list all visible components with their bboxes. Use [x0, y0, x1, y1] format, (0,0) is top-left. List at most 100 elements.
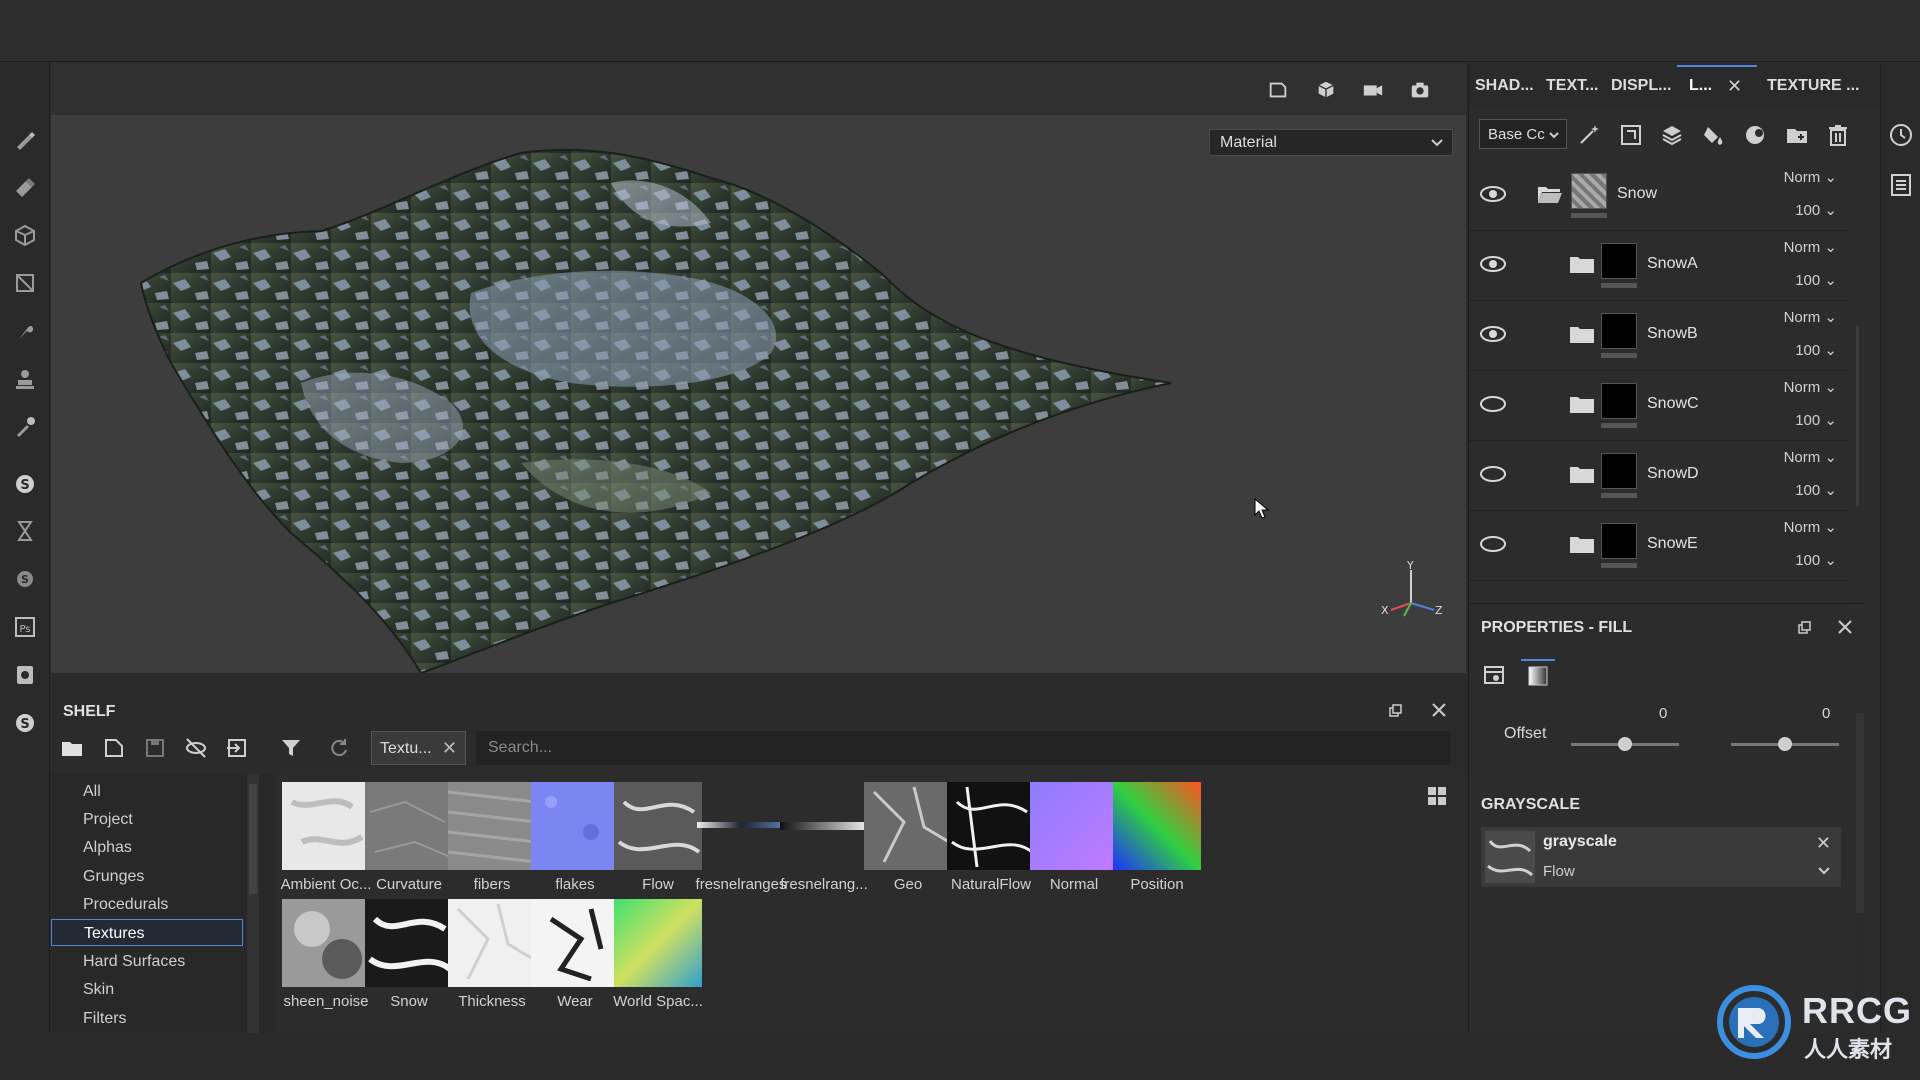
- layer-mask-thumbnail[interactable]: [1601, 313, 1637, 349]
- offset-u-slider[interactable]: [1571, 737, 1679, 751]
- shelf-category-scrollbar[interactable]: [247, 774, 259, 1033]
- shelf-filter-tag[interactable]: Textu... ✕: [371, 731, 466, 765]
- hourglass-icon[interactable]: [9, 515, 41, 547]
- folder-icon[interactable]: [1569, 463, 1595, 485]
- layer-blend-mode[interactable]: Norm ⌄: [1784, 378, 1837, 396]
- add-smart-mask-icon[interactable]: [1615, 119, 1647, 151]
- layer-opacity[interactable]: 100 ⌄: [1795, 481, 1837, 499]
- add-layer-icon[interactable]: [1656, 119, 1688, 151]
- delete-icon[interactable]: [1822, 119, 1854, 151]
- clone-stamp-icon[interactable]: [9, 363, 41, 395]
- log-icon[interactable]: [1887, 171, 1915, 199]
- shelf-category-grunges[interactable]: Grunges: [51, 863, 243, 890]
- layer-opacity[interactable]: 100 ⌄: [1795, 341, 1837, 359]
- eraser-icon[interactable]: [9, 171, 41, 203]
- close-icon[interactable]: [1837, 619, 1853, 635]
- 3d-viewport[interactable]: Material Y X Z: [51, 63, 1466, 673]
- shelf-category-filters[interactable]: Filters: [51, 1005, 243, 1032]
- substance-icon[interactable]: S: [9, 563, 41, 595]
- folder-icon[interactable]: [1569, 253, 1595, 275]
- undock-icon[interactable]: [1797, 621, 1811, 635]
- layer-opacity[interactable]: 100 ⌄: [1795, 551, 1837, 569]
- shelf-item-world-space[interactable]: World Spac...: [612, 899, 704, 1015]
- substance-bake-icon[interactable]: S: [9, 468, 41, 500]
- layer-row[interactable]: SnowE Norm ⌄ 100 ⌄: [1469, 511, 1849, 581]
- color-picker-icon[interactable]: [9, 411, 41, 443]
- layer-blend-mode[interactable]: Norm ⌄: [1784, 308, 1837, 326]
- folder-icon[interactable]: [1569, 323, 1595, 345]
- layer-blend-mode[interactable]: Norm ⌄: [1784, 518, 1837, 536]
- layer-opacity[interactable]: 100 ⌄: [1795, 201, 1837, 219]
- close-icon[interactable]: [1431, 702, 1447, 718]
- tab-display[interactable]: DISPL...: [1611, 77, 1671, 95]
- slider-knob[interactable]: [1778, 737, 1792, 751]
- layer-row[interactable]: SnowB Norm ⌄ 100 ⌄: [1469, 301, 1849, 371]
- gradient-icon[interactable]: [1521, 659, 1555, 691]
- hide-icon[interactable]: [180, 733, 212, 763]
- layer-stack-scrollbar[interactable]: [1853, 161, 1859, 601]
- offset-u-value[interactable]: 0: [1659, 705, 1667, 722]
- projection-icon[interactable]: [9, 219, 41, 251]
- history-icon[interactable]: [1887, 121, 1915, 149]
- import-icon[interactable]: [221, 733, 253, 763]
- shelf-category-textures[interactable]: Textures: [51, 919, 243, 946]
- new-resource-icon[interactable]: [98, 733, 130, 763]
- shelf-category-skin[interactable]: Skin: [51, 976, 243, 1003]
- layer-blend-mode[interactable]: Norm ⌄: [1784, 238, 1837, 256]
- channel-dropdown[interactable]: Base Cc: [1479, 119, 1567, 149]
- layer-mask-thumbnail[interactable]: [1601, 383, 1637, 419]
- layer-blend-mode[interactable]: Norm ⌄: [1784, 168, 1837, 186]
- tab-shader[interactable]: SHAD...: [1475, 77, 1534, 95]
- filter-icon[interactable]: [275, 733, 307, 763]
- fill-settings-icon[interactable]: [1477, 659, 1511, 691]
- layer-row[interactable]: SnowC Norm ⌄ 100 ⌄: [1469, 371, 1849, 441]
- tab-texture-set[interactable]: TEXT...: [1546, 77, 1598, 95]
- folder-icon[interactable]: [56, 733, 88, 763]
- layer-mask-thumbnail[interactable]: [1571, 173, 1607, 209]
- visibility-eye-off-icon[interactable]: [1479, 533, 1507, 555]
- layer-row[interactable]: SnowA Norm ⌄ 100 ⌄: [1469, 231, 1849, 301]
- layer-blend-mode[interactable]: Norm ⌄: [1784, 448, 1837, 466]
- layer-row[interactable]: Snow Norm ⌄ 100 ⌄: [1469, 161, 1849, 231]
- refresh-icon[interactable]: [323, 733, 355, 763]
- paint-brush-icon[interactable]: [9, 123, 41, 155]
- remove-resource-icon[interactable]: ✕: [1816, 833, 1831, 854]
- layer-mask-thumbnail[interactable]: [1601, 523, 1637, 559]
- add-effect-icon[interactable]: [1739, 119, 1771, 151]
- layer-mask-thumbnail[interactable]: [1601, 243, 1637, 279]
- shelf-category-hard-surfaces[interactable]: Hard Surfaces: [51, 948, 243, 975]
- save-icon[interactable]: [139, 733, 171, 763]
- shelf-category-procedurals[interactable]: Procedurals: [51, 891, 243, 918]
- polygon-fill-icon[interactable]: [9, 267, 41, 299]
- undock-icon[interactable]: [1388, 704, 1402, 718]
- magic-wand-icon[interactable]: [1573, 119, 1605, 151]
- shelf-category-all[interactable]: All: [51, 778, 243, 805]
- layer-opacity[interactable]: 100 ⌄: [1795, 411, 1837, 429]
- visibility-eye-icon[interactable]: [1479, 323, 1507, 345]
- visibility-eye-off-icon[interactable]: [1479, 463, 1507, 485]
- tab-layers[interactable]: L...: [1689, 77, 1712, 95]
- visibility-eye-icon[interactable]: [1479, 183, 1507, 205]
- photoshop-export-icon[interactable]: Ps: [9, 611, 41, 643]
- offset-v-slider[interactable]: [1731, 737, 1839, 751]
- folder-open-icon[interactable]: [1537, 183, 1563, 205]
- add-folder-icon[interactable]: [1781, 119, 1813, 151]
- offset-v-value[interactable]: 0: [1822, 705, 1830, 722]
- shelf-category-alphas[interactable]: Alphas: [51, 834, 243, 861]
- close-tab-icon[interactable]: ✕: [1727, 76, 1742, 97]
- grayscale-resource-card[interactable]: grayscale Flow ✕: [1481, 827, 1841, 887]
- smudge-icon[interactable]: [9, 315, 41, 347]
- folder-icon[interactable]: [1569, 393, 1595, 415]
- chevron-down-icon[interactable]: [1817, 863, 1831, 877]
- layer-opacity[interactable]: 100 ⌄: [1795, 271, 1837, 289]
- shelf-item-position[interactable]: Position: [1111, 782, 1203, 898]
- scan-icon[interactable]: [9, 659, 41, 691]
- visibility-eye-off-icon[interactable]: [1479, 393, 1507, 415]
- visibility-eye-icon[interactable]: [1479, 253, 1507, 275]
- tab-texture-set-settings[interactable]: TEXTURE ...: [1767, 77, 1859, 95]
- layer-mask-thumbnail[interactable]: [1601, 453, 1637, 489]
- shelf-category-project[interactable]: Project: [51, 806, 243, 833]
- remove-filter-icon[interactable]: ✕: [442, 738, 457, 759]
- substance-source-icon[interactable]: S: [9, 707, 41, 739]
- add-fill-layer-icon[interactable]: [1698, 119, 1730, 151]
